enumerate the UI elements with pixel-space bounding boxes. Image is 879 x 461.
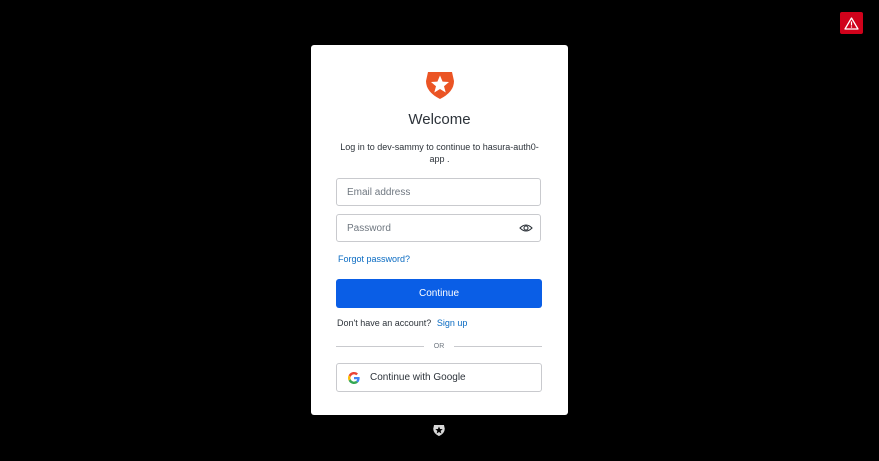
page-title: Welcome [408, 111, 471, 128]
google-button-label: Continue with Google [370, 372, 466, 383]
signup-link[interactable]: Sign up [437, 318, 468, 328]
or-divider: OR [336, 340, 542, 352]
divider-line-left [336, 345, 424, 347]
email-field[interactable] [336, 178, 541, 206]
auth0-footer-logo [433, 425, 445, 437]
google-icon [348, 371, 360, 384]
divider-label: OR [433, 342, 445, 350]
warning-badge[interactable] [840, 12, 863, 34]
eye-icon[interactable] [519, 223, 533, 233]
continue-with-google-button[interactable]: Continue with Google [336, 363, 542, 392]
signup-prompt: Don't have an account? [337, 318, 432, 328]
login-subtitle: Log in to dev-sammy to continue to hasur… [340, 142, 539, 164]
login-page: Welcome Log in to dev-sammy to continue … [0, 0, 879, 461]
email-input[interactable] [337, 179, 517, 205]
warning-icon [844, 16, 859, 30]
auth0-star-logo [426, 72, 454, 99]
signup-row: Don't have an account? Sign up [337, 318, 467, 328]
password-field[interactable] [336, 214, 541, 242]
divider-line-right [454, 345, 542, 347]
login-card: Welcome Log in to dev-sammy to continue … [311, 45, 568, 415]
continue-button[interactable]: Continue [336, 279, 542, 308]
password-input[interactable] [337, 215, 517, 241]
continue-button-label: Continue [418, 288, 460, 299]
forgot-password-link[interactable]: Forgot password? [338, 254, 410, 264]
